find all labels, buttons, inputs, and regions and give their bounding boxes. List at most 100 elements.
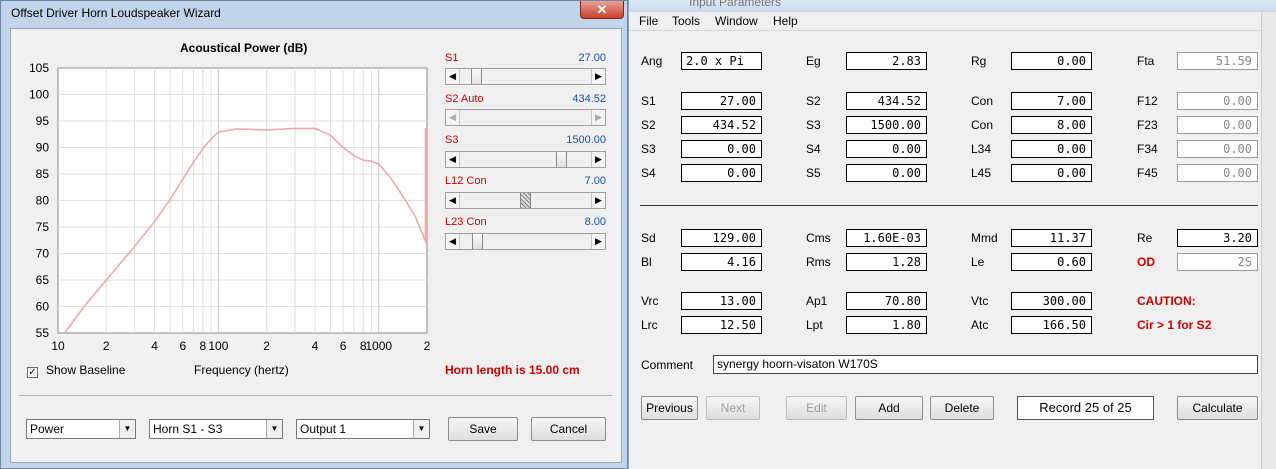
slider-s3-label: S3 [445, 134, 459, 146]
next-button[interactable]: Next [706, 396, 760, 420]
save-button[interactable]: Save [448, 417, 518, 441]
s3-field-col2[interactable]: 1500.00 [846, 116, 927, 134]
s2-field[interactable]: 434.52 [681, 116, 762, 134]
arrow-left-icon[interactable]: ◀ [446, 152, 460, 167]
delete-button[interactable]: Delete [930, 396, 994, 420]
y-tick-label: 60 [36, 300, 50, 314]
vrc-field[interactable]: 13.00 [681, 292, 762, 310]
label-s5: S5 [806, 166, 821, 180]
previous-button[interactable]: Previous [641, 396, 698, 420]
s5-field[interactable]: 0.00 [846, 164, 927, 182]
rg-field[interactable]: 0.00 [1011, 52, 1092, 70]
slider-s3-thumb[interactable] [556, 152, 567, 167]
sd-field[interactable]: 129.00 [681, 229, 762, 247]
chevron-down-icon[interactable]: ▼ [413, 420, 429, 438]
slider-s1-thumb[interactable] [470, 69, 482, 84]
label-s2: S2 [641, 118, 656, 132]
comment-field[interactable]: synergy hoorn-visaton W170S [713, 355, 1258, 374]
slider-l12-value: 7.00 [584, 175, 606, 187]
slider-l12[interactable]: ◀ ▶ [445, 192, 606, 209]
caution-title: CAUTION: [1137, 294, 1196, 308]
arrow-left-icon[interactable]: ◀ [446, 69, 460, 84]
arrow-right-icon[interactable]: ▶ [591, 69, 605, 84]
slider-l23[interactable]: ◀ ▶ [445, 233, 606, 250]
x-tick-label: 4 [151, 339, 158, 353]
arrow-right-icon[interactable]: ▶ [591, 152, 605, 167]
mode-select[interactable]: Power ▼ [26, 419, 136, 439]
lrc-field[interactable]: 12.50 [681, 316, 762, 334]
slider-l23-thumb[interactable] [472, 234, 483, 249]
label-s4-col2: S4 [806, 142, 821, 156]
l45-field[interactable]: 0.00 [1011, 164, 1092, 182]
chevron-down-icon[interactable]: ▼ [119, 420, 135, 438]
menu-tools[interactable]: Tools [672, 14, 700, 28]
eg-field[interactable]: 2.83 [846, 52, 927, 70]
y-tick-label: 90 [36, 141, 50, 155]
s2-field-col2[interactable]: 434.52 [846, 92, 927, 110]
label-atc: Atc [971, 318, 989, 332]
cms-field[interactable]: 1.60E-03 [846, 229, 927, 247]
label-bl: Bl [641, 255, 652, 269]
le-field[interactable]: 0.60 [1011, 253, 1092, 271]
label-re: Re [1137, 231, 1153, 245]
arrow-left-icon[interactable]: ◀ [446, 110, 460, 125]
cancel-button[interactable]: Cancel [531, 417, 606, 441]
vtc-field[interactable]: 300.00 [1011, 292, 1092, 310]
re-field[interactable]: 3.20 [1177, 229, 1258, 247]
output-select[interactable]: Output 1 ▼ [296, 419, 430, 439]
horn-section-select[interactable]: Horn S1 - S3 ▼ [149, 419, 283, 439]
ang-field[interactable]: 2.0 x Pi [681, 52, 762, 70]
caution-message: Cir > 1 for S2 [1137, 318, 1212, 332]
x-tick-label: 4 [312, 339, 319, 353]
add-button[interactable]: Add [855, 396, 923, 420]
label-sd: Sd [641, 231, 656, 245]
calculate-button[interactable]: Calculate [1177, 396, 1258, 420]
x-axis-label: Frequency (hertz) [194, 363, 289, 377]
label-rms: Rms [806, 255, 831, 269]
slider-s3[interactable]: ◀ ▶ [445, 151, 606, 168]
x-tick-label: 2 [263, 339, 270, 353]
menu-bar: File Tools Window Help [629, 12, 1261, 31]
x-tick-label: 8 [199, 339, 206, 353]
rms-field[interactable]: 1.28 [846, 253, 927, 271]
atc-field[interactable]: 166.50 [1011, 316, 1092, 334]
label-le: Le [971, 255, 985, 269]
slider-l12-thumb[interactable] [520, 193, 531, 208]
slider-s1-label: S1 [445, 52, 459, 64]
arrow-right-icon[interactable]: ▶ [591, 110, 605, 125]
menu-window[interactable]: Window [715, 14, 758, 28]
show-baseline-checkbox[interactable]: ✓ Show Baseline [27, 363, 125, 378]
label-cms: Cms [806, 231, 831, 245]
lpt-field[interactable]: 1.80 [846, 316, 927, 334]
menu-help[interactable]: Help [773, 14, 798, 28]
checkmark-icon[interactable]: ✓ [27, 367, 38, 378]
slider-s1[interactable]: ◀ ▶ [445, 68, 606, 85]
fta-field: 51.59 [1177, 52, 1258, 70]
con1-field[interactable]: 7.00 [1011, 92, 1092, 110]
chevron-down-icon[interactable]: ▼ [266, 420, 282, 438]
bl-field[interactable]: 4.16 [681, 253, 762, 271]
menu-file[interactable]: File [639, 14, 658, 28]
edit-button[interactable]: Edit [786, 396, 847, 420]
s4-field-col2[interactable]: 0.00 [846, 140, 927, 158]
slider-l12-label: L12 Con [445, 175, 487, 187]
vertical-scrollbar[interactable] [1261, 12, 1276, 469]
s1-field[interactable]: 27.00 [681, 92, 762, 110]
slider-s2[interactable]: ◀ ▶ [445, 109, 606, 126]
mmd-field[interactable]: 11.37 [1011, 229, 1092, 247]
arrow-left-icon[interactable]: ◀ [446, 234, 460, 249]
horn-length-text: Horn length is 15.00 cm [445, 363, 580, 377]
arrow-right-icon[interactable]: ▶ [591, 193, 605, 208]
f34-field: 0.00 [1177, 140, 1258, 158]
l34-field[interactable]: 0.00 [1011, 140, 1092, 158]
label-s4: S4 [641, 166, 656, 180]
slider-l23-value: 8.00 [584, 216, 606, 228]
s3-field[interactable]: 0.00 [681, 140, 762, 158]
s4-field[interactable]: 0.00 [681, 164, 762, 182]
arrow-left-icon[interactable]: ◀ [446, 193, 460, 208]
ap1-field[interactable]: 70.80 [846, 292, 927, 310]
con2-field[interactable]: 8.00 [1011, 116, 1092, 134]
label-f34: F34 [1137, 142, 1158, 156]
horn-select-value: Horn S1 - S3 [153, 422, 223, 436]
arrow-right-icon[interactable]: ▶ [591, 234, 605, 249]
